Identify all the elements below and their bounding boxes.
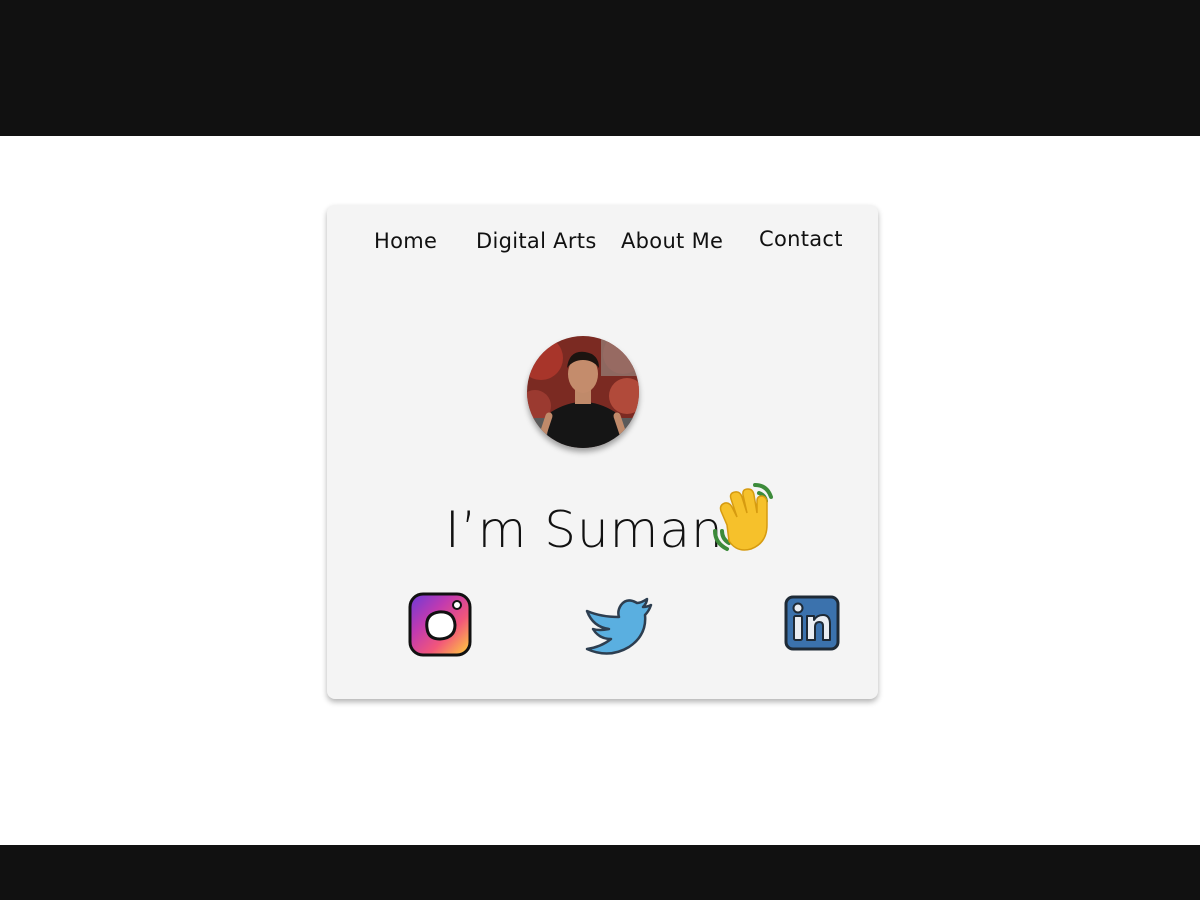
nav-link-home[interactable]: Home — [374, 229, 437, 253]
nav-link-about-me[interactable]: About Me — [621, 229, 723, 253]
profile-photo — [527, 336, 639, 448]
linkedin-link[interactable] — [784, 595, 840, 651]
page-background: Home Digital Arts About Me Contact I’m S… — [0, 136, 1200, 845]
profile-card: Home Digital Arts About Me Contact I’m S… — [327, 205, 878, 699]
nav-link-digital-arts[interactable]: Digital Arts — [476, 229, 597, 253]
greeting-heading: I’m Suman — [445, 501, 724, 559]
instagram-link[interactable] — [407, 590, 473, 658]
nav-link-contact[interactable]: Contact — [759, 227, 843, 251]
waving-hand-icon — [713, 483, 773, 551]
avatar — [527, 336, 639, 448]
top-nav: Home Digital Arts About Me Contact — [327, 205, 878, 275]
linkedin-icon — [784, 595, 840, 651]
instagram-icon — [408, 592, 472, 657]
twitter-icon — [585, 597, 653, 655]
twitter-link[interactable] — [583, 597, 653, 657]
